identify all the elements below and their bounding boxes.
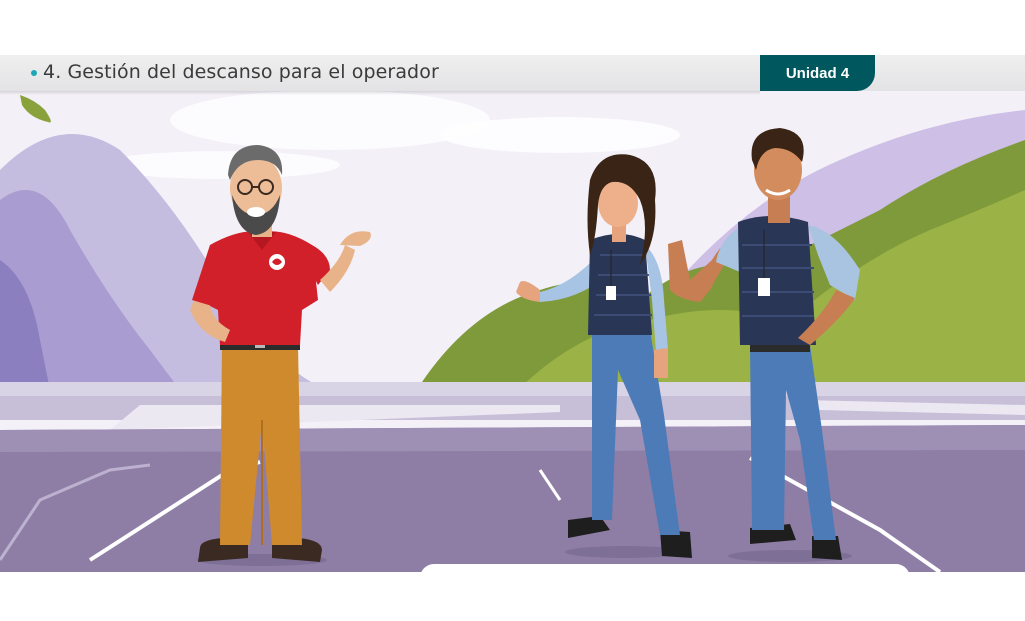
page-title: 4. Gestión del descanso para el operador (43, 61, 439, 83)
cloud-2 (440, 117, 680, 153)
scene-svg (0, 55, 1025, 572)
scene-illustration (0, 55, 1025, 572)
unit-badge: Unidad 4 (760, 55, 875, 91)
cloud-1 (170, 90, 490, 150)
header-shadow (0, 91, 760, 95)
bottom-panel-tab (420, 564, 910, 584)
unit-badge-label: Unidad 4 (785, 64, 850, 82)
bullet-dot-icon (31, 70, 37, 76)
horizon-plain (0, 382, 1025, 396)
